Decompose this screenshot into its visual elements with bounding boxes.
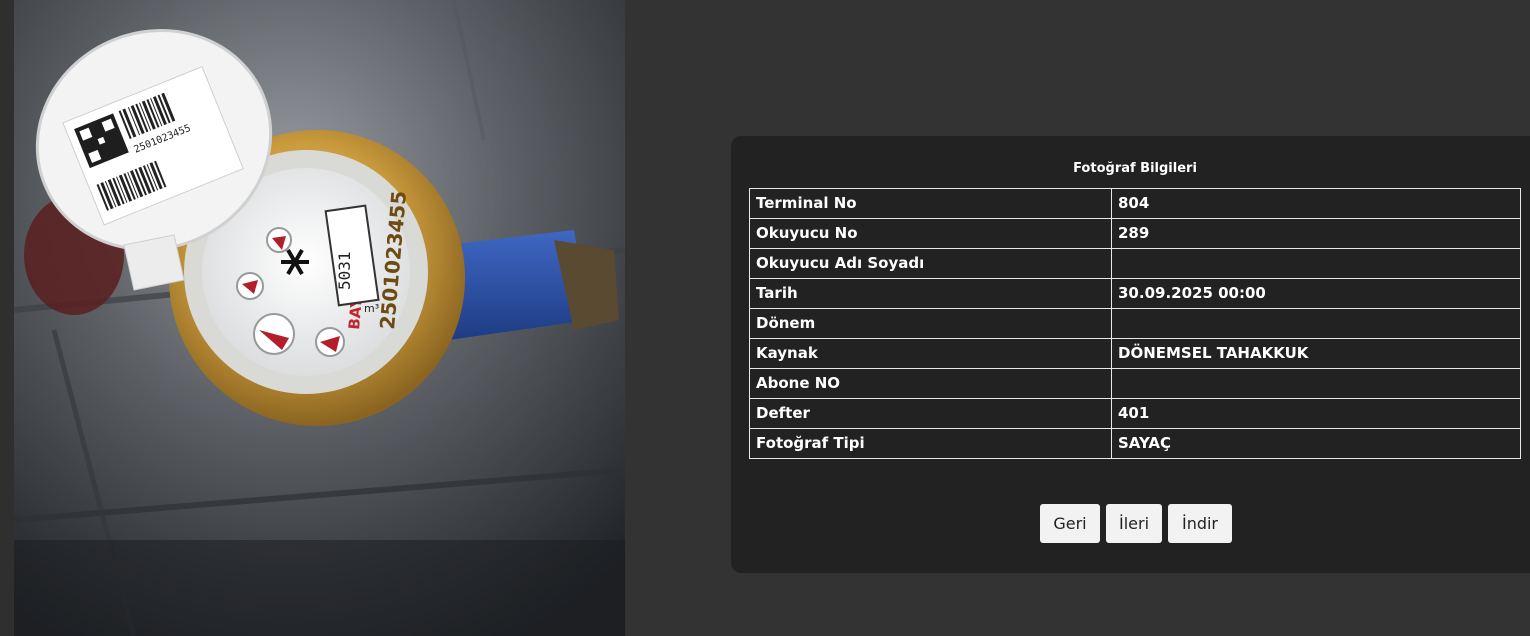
subscriber-no-value	[1111, 368, 1521, 399]
meter-unit-text: m³	[364, 302, 379, 315]
meter-photo: 2501023455 BAYLAN 5031 m³	[14, 0, 625, 636]
navigation-buttons: Geri İleri İndir	[1040, 504, 1232, 543]
table-row: Okuyucu Adı Soyadı	[749, 248, 1521, 279]
table-row: Defter 401	[749, 398, 1521, 429]
table-row: Kaynak DÖNEMSEL TAHAKKUK	[749, 338, 1521, 369]
terminal-no-value: 804	[1111, 188, 1521, 219]
next-button[interactable]: İleri	[1106, 504, 1162, 543]
reader-no-label: Okuyucu No	[749, 218, 1112, 249]
book-value: 401	[1111, 398, 1521, 429]
terminal-no-label: Terminal No	[749, 188, 1112, 219]
panel-title: Fotoğraf Bilgileri	[1073, 161, 1197, 176]
reader-name-label: Okuyucu Adı Soyadı	[749, 248, 1112, 279]
photo-viewer: 2501023455 BAYLAN 5031 m³	[0, 0, 1530, 636]
table-row: Abone NO	[749, 368, 1521, 399]
reader-no-value: 289	[1111, 218, 1521, 249]
table-row: Okuyucu No 289	[749, 218, 1521, 249]
photo-info-table: Terminal No 804 Okuyucu No 289 Okuyucu A…	[749, 188, 1521, 459]
photo-type-value: SAYAÇ	[1111, 428, 1521, 459]
subscriber-no-label: Abone NO	[749, 368, 1112, 399]
period-label: Dönem	[749, 308, 1112, 339]
source-value: DÖNEMSEL TAHAKKUK	[1111, 338, 1521, 369]
left-border	[0, 0, 14, 636]
table-row: Fotoğraf Tipi SAYAÇ	[749, 428, 1521, 459]
date-label: Tarih	[749, 278, 1112, 309]
download-button[interactable]: İndir	[1168, 504, 1232, 543]
back-button[interactable]: Geri	[1040, 504, 1100, 543]
table-row: Tarih 30.09.2025 00:00	[749, 278, 1521, 309]
table-row: Terminal No 804	[749, 188, 1521, 219]
meter-display-text: 5031	[335, 251, 354, 290]
date-value: 30.09.2025 00:00	[1111, 278, 1521, 309]
photo-type-label: Fotoğraf Tipi	[749, 428, 1112, 459]
table-row: Dönem	[749, 308, 1521, 339]
period-value	[1111, 308, 1521, 339]
book-label: Defter	[749, 398, 1112, 429]
reader-name-value	[1111, 248, 1521, 279]
source-label: Kaynak	[749, 338, 1112, 369]
